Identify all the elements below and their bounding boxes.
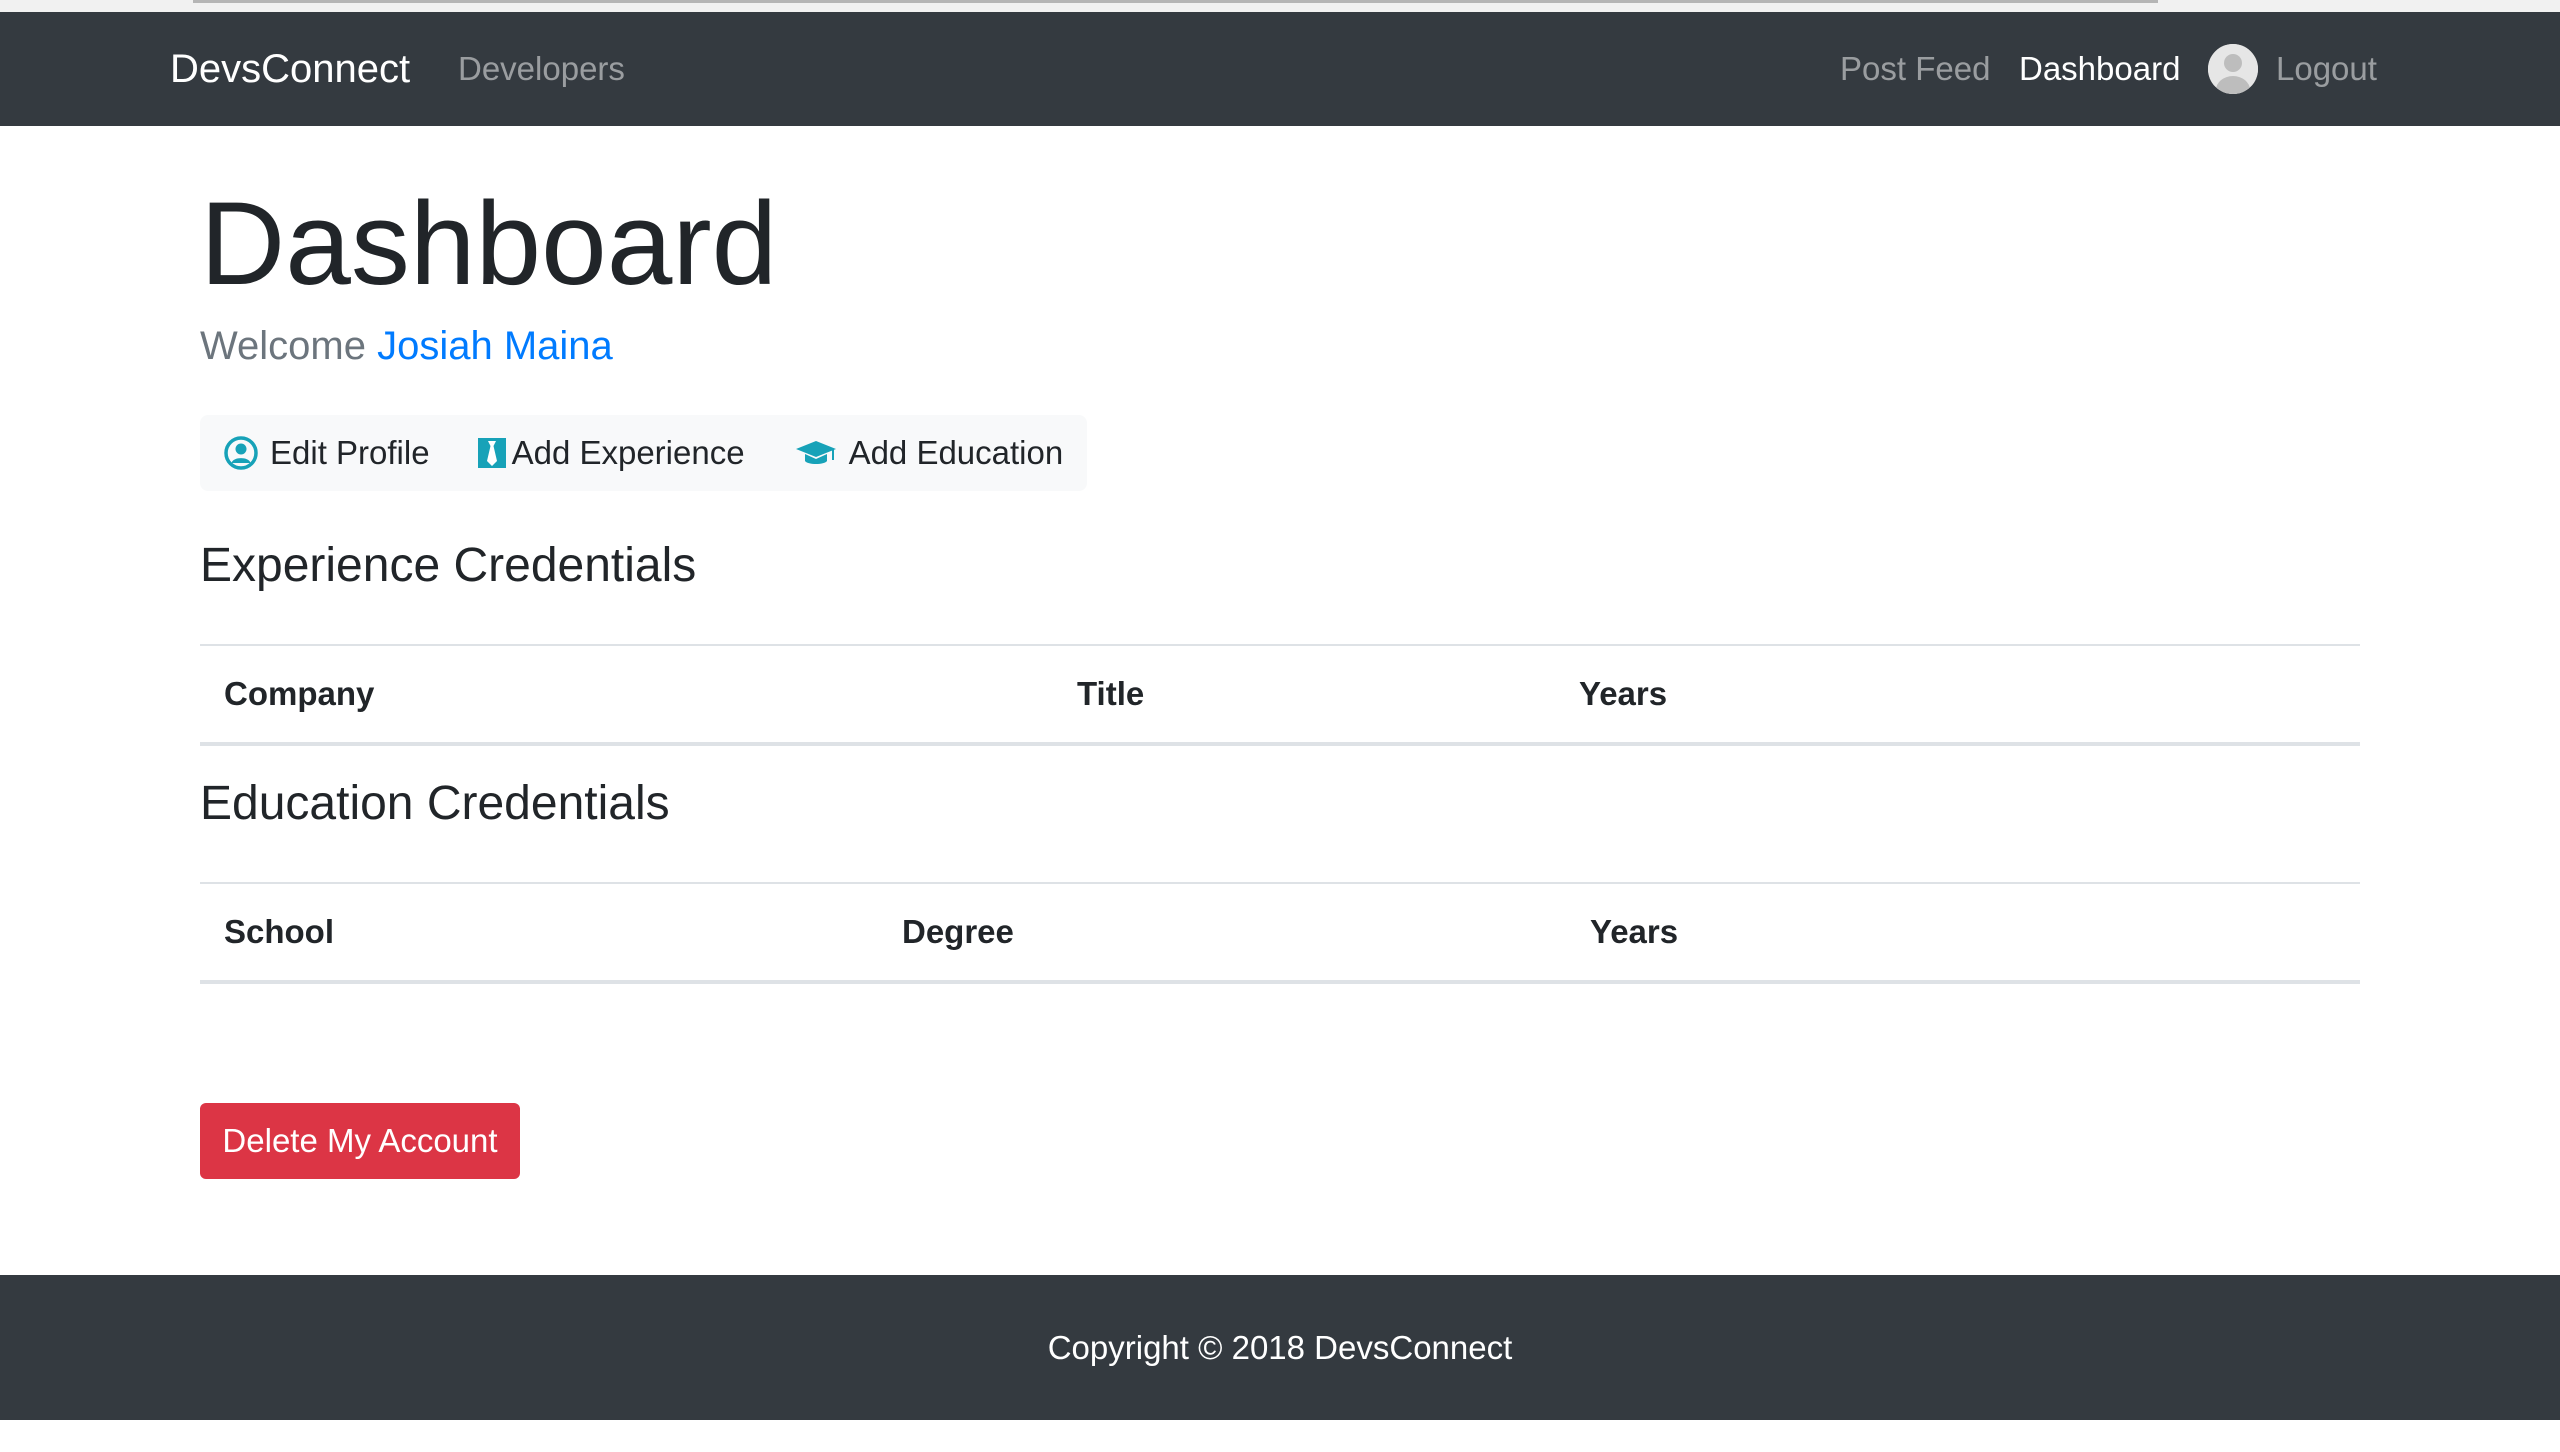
black-tie-icon <box>477 438 506 468</box>
add-experience-label: Add Experience <box>511 434 745 471</box>
column-header-years: Years <box>1555 644 2360 746</box>
graduation-cap-icon <box>795 438 837 468</box>
nav-link-dashboard[interactable]: Dashboard <box>2019 12 2180 126</box>
add-experience-button[interactable]: Add Experience <box>454 415 769 491</box>
education-table-header: School Degree Years <box>200 882 2360 984</box>
column-header-school: School <box>200 882 878 984</box>
page-bottom-area <box>0 1420 2560 1452</box>
nav-link-developers[interactable]: Developers <box>458 12 625 126</box>
edit-profile-button[interactable]: Edit Profile <box>200 415 454 491</box>
education-heading: Education Credentials <box>200 777 670 830</box>
page-title: Dashboard <box>200 178 778 310</box>
welcome-prefix: Welcome <box>200 324 366 368</box>
experience-table: Company Title Years <box>200 644 2360 746</box>
column-header-company: Company <box>200 644 1053 746</box>
footer-copyright: Copyright © 2018 DevsConnect <box>1047 1328 1513 1366</box>
brand-link[interactable]: DevsConnect <box>170 12 410 126</box>
edit-profile-label: Edit Profile <box>270 434 430 471</box>
page-footer: Copyright © 2018 DevsConnect <box>0 1275 2560 1420</box>
add-education-button[interactable]: Add Education <box>769 415 1088 491</box>
nav-link-post-feed[interactable]: Post Feed <box>1840 12 1990 126</box>
dashboard-actions: Edit Profile Add Experience Add Educatio… <box>200 415 1088 491</box>
delete-account-button[interactable]: Delete My Account <box>200 1103 520 1179</box>
education-table: School Degree Years <box>200 882 2360 984</box>
user-avatar-icon[interactable] <box>2208 44 2258 94</box>
user-circle-icon <box>224 436 258 470</box>
column-header-title: Title <box>1053 644 1555 746</box>
experience-table-header: Company Title Years <box>200 644 2360 746</box>
experience-heading: Experience Credentials <box>200 539 697 592</box>
welcome-message: Welcome Josiah Maina <box>200 324 613 369</box>
logout-link[interactable]: Logout <box>2276 12 2377 126</box>
column-header-years: Years <box>1566 882 2360 984</box>
column-header-degree: Degree <box>878 882 1566 984</box>
user-profile-link[interactable]: Josiah Maina <box>377 324 613 368</box>
browser-top-strip <box>0 0 2560 12</box>
add-education-label: Add Education <box>848 434 1064 471</box>
top-navbar: DevsConnect Developers Post Feed Dashboa… <box>0 12 2560 126</box>
scroll-indicator <box>193 0 2158 3</box>
